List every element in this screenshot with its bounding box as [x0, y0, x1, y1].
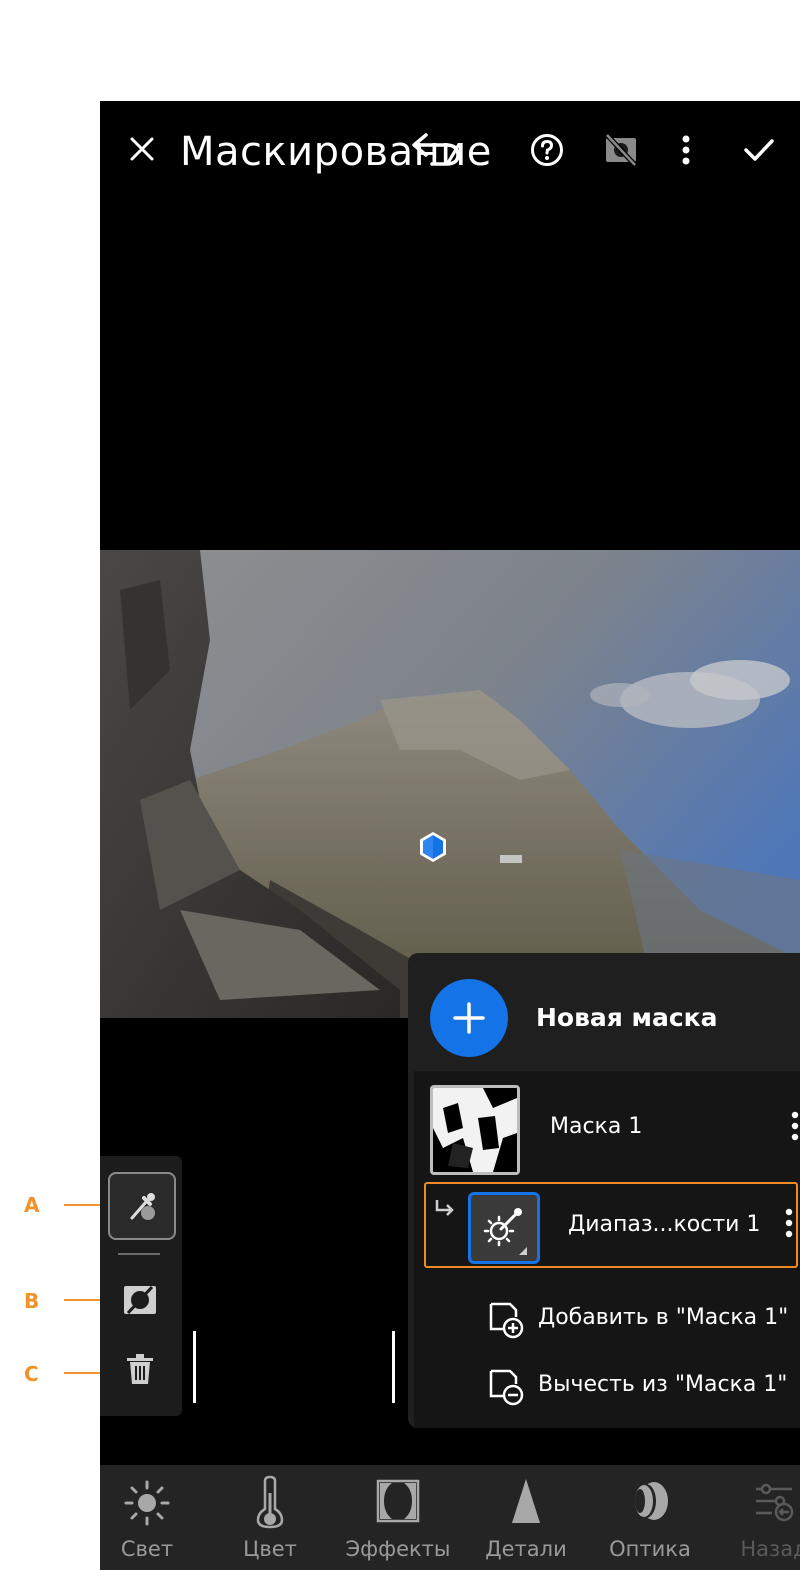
checkmark-icon: [744, 139, 774, 161]
edit-panels-nav: Свет Цвет Эффекты Детали Оптика Наза: [100, 1465, 800, 1570]
mask-thumbnail: [430, 1085, 520, 1175]
invert-mask-button[interactable]: [114, 1278, 166, 1322]
thermometer-icon: [256, 1475, 284, 1529]
mask-pin-handle[interactable]: [416, 830, 450, 864]
mask-options-icon[interactable]: [790, 1111, 800, 1141]
new-mask-label: Новая маска: [536, 1003, 718, 1032]
undo-icon: [412, 133, 460, 166]
add-to-mask-icon: [489, 1302, 524, 1339]
nav-item-color[interactable]: Цвет: [215, 1465, 325, 1570]
vignette-icon: [376, 1479, 420, 1523]
undo-button[interactable]: [406, 127, 466, 171]
close-icon: [130, 137, 154, 161]
eyedropper-icon: [130, 1193, 155, 1220]
sun-icon: [124, 1480, 170, 1526]
masks-list: Маска 1 Диапаз...кости 1 Добавить в "Мас…: [414, 1071, 800, 1428]
nav-item-detail[interactable]: Детали: [471, 1465, 581, 1570]
nav-item-light[interactable]: Свет: [100, 1465, 202, 1570]
invert-mask-icon: [124, 1285, 156, 1315]
mask-component-name: Диапаз...кости 1: [568, 1212, 761, 1237]
sliders-back-icon: [756, 1483, 794, 1522]
nav-item-effects[interactable]: Эффекты: [343, 1465, 453, 1570]
masks-panel: Новая маска Маска 1 Диапаз...кости 1 Доб…: [408, 953, 800, 1428]
app-screen: Маскирование Новая маска Маска 1 Диапаз.…: [100, 101, 800, 1570]
mask-name: Маска 1: [550, 1114, 643, 1139]
triangle-icon: [512, 1479, 540, 1523]
nav-label-color: Цвет: [243, 1537, 297, 1561]
mountain-photo: [100, 550, 800, 1018]
tools-divider: [118, 1253, 160, 1255]
mask-overlay-off-icon: [605, 133, 637, 167]
help-button[interactable]: [528, 131, 566, 169]
mask-row[interactable]: Маска 1: [414, 1071, 800, 1181]
mask-thumbnail-image: [433, 1088, 517, 1172]
nav-label-effects: Эффекты: [345, 1537, 451, 1561]
lens-icon: [635, 1482, 668, 1520]
nav-label-detail: Детали: [485, 1537, 567, 1561]
more-vertical-icon: [682, 135, 690, 165]
subitem-arrow-icon: [435, 1200, 454, 1216]
luminance-range-thumbnail: [468, 1192, 540, 1264]
mask-tools-strip: [100, 1156, 182, 1416]
eyedropper-tool-button[interactable]: [108, 1172, 176, 1240]
callout-letter-c: C: [24, 1362, 39, 1386]
trash-icon: [127, 1354, 153, 1384]
callout-letter-b: B: [24, 1289, 40, 1313]
photo-preview[interactable]: [100, 550, 800, 1018]
nav-item-back[interactable]: Назад: [719, 1465, 800, 1570]
mask-component-row-selected[interactable]: Диапаз...кости 1: [424, 1182, 798, 1268]
range-slider-right-handle[interactable]: [392, 1331, 395, 1403]
plus-icon: [453, 1002, 485, 1034]
callout-letter-a: A: [24, 1193, 40, 1217]
nav-label-light: Свет: [120, 1537, 174, 1561]
more-button[interactable]: [670, 129, 702, 171]
delete-mask-button[interactable]: [114, 1346, 166, 1392]
nav-item-optics[interactable]: Оптика: [595, 1465, 705, 1570]
confirm-button[interactable]: [738, 131, 780, 169]
subtract-from-mask-button[interactable]: Вычесть из "Маска 1": [484, 1360, 794, 1406]
help-icon: [531, 134, 563, 166]
close-button[interactable]: [124, 131, 160, 167]
nav-label-optics: Оптика: [609, 1537, 691, 1561]
luminance-range-icon: [483, 1208, 527, 1255]
add-to-mask-button[interactable]: Добавить в "Маска 1": [484, 1293, 794, 1339]
nav-label-back: Назад: [740, 1537, 800, 1561]
add-to-mask-label: Добавить в "Маска 1": [538, 1305, 789, 1330]
component-options-icon[interactable]: [784, 1208, 794, 1238]
new-mask-button[interactable]: [430, 979, 508, 1057]
subtract-from-mask-icon: [489, 1369, 524, 1406]
mask-overlay-toggle[interactable]: [600, 129, 642, 171]
subtract-from-mask-label: Вычесть из "Маска 1": [538, 1372, 788, 1397]
range-slider-left-handle[interactable]: [193, 1331, 196, 1403]
